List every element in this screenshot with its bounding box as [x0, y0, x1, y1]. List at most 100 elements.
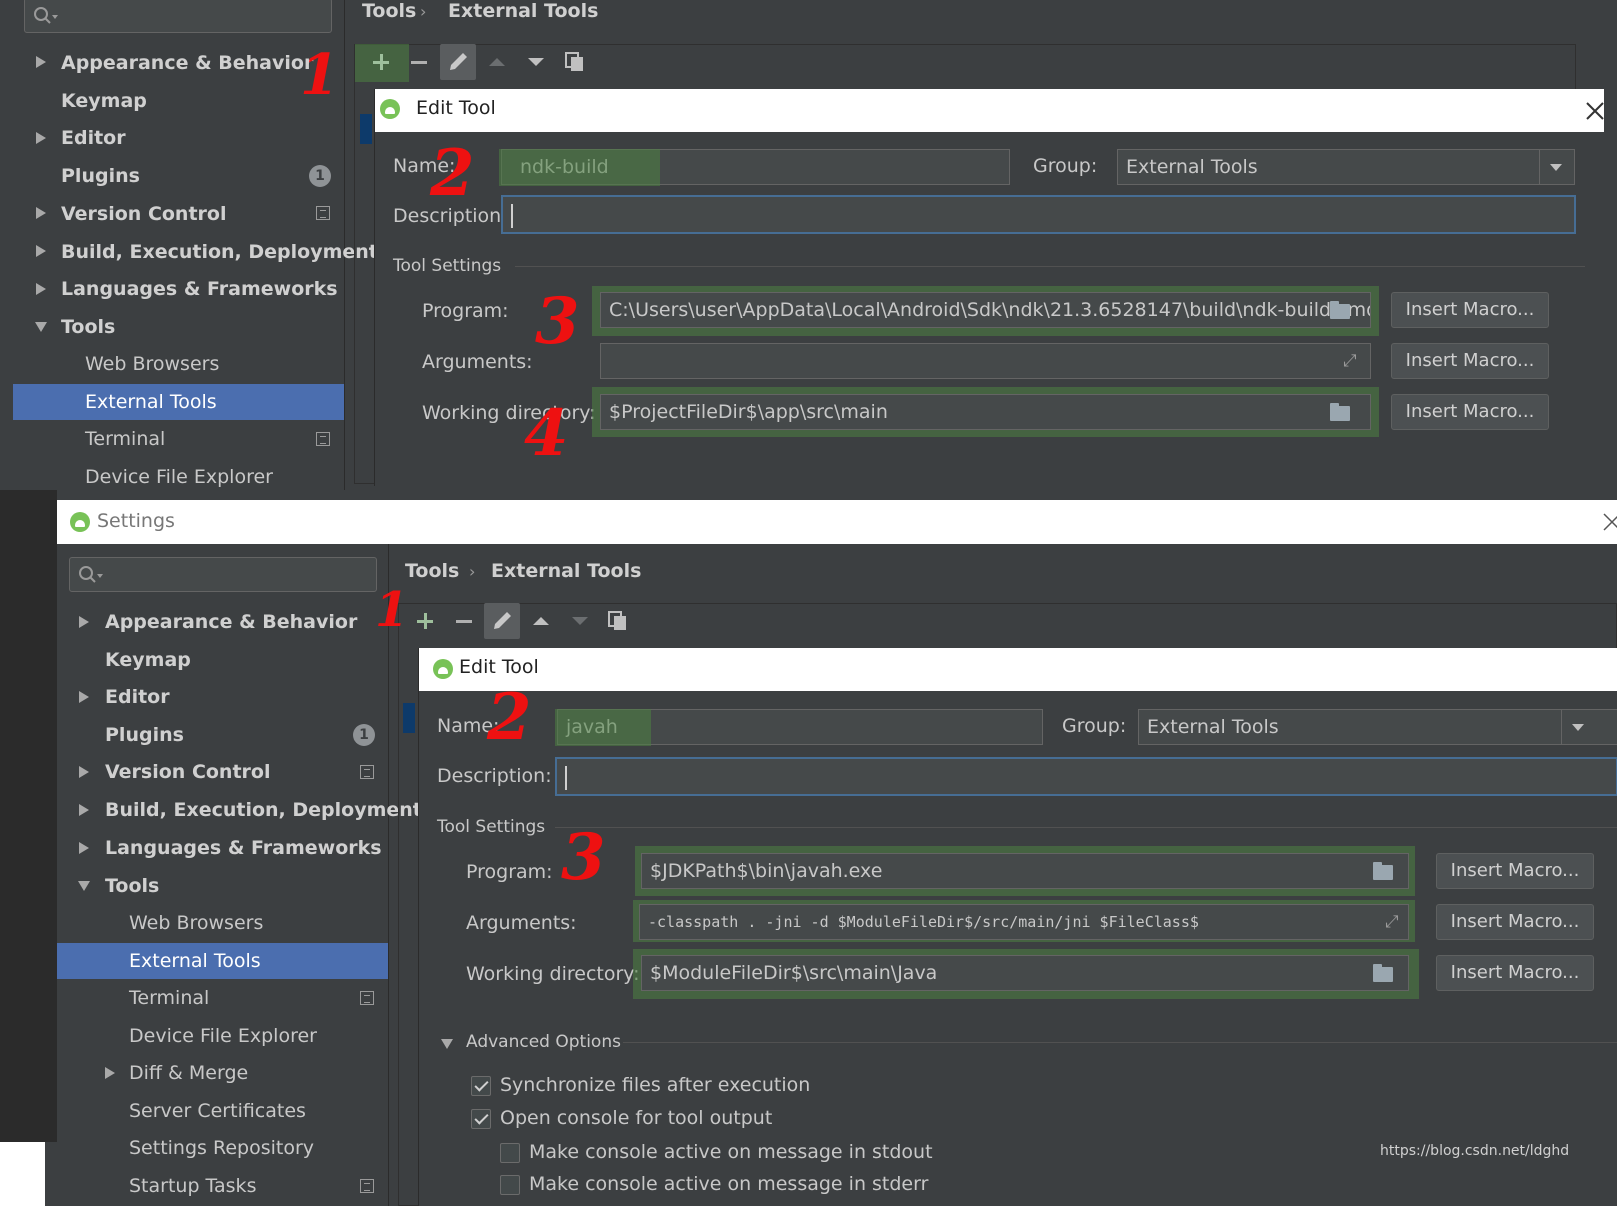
move-up-button[interactable]: [479, 44, 515, 80]
nav-plugins[interactable]: Plugins: [61, 158, 140, 194]
bottom-edit-tool-dialog: Edit Tool Name: javah Group: External To…: [418, 648, 1617, 1206]
chevron-right-icon[interactable]: [36, 283, 46, 295]
description-input[interactable]: [501, 195, 1576, 234]
program-input[interactable]: $JDKPath$\bin\javah.exe: [641, 853, 1409, 889]
open-console-checkbox[interactable]: [471, 1109, 491, 1129]
copy-tool-button[interactable]: [600, 603, 636, 639]
insert-macro-button[interactable]: Insert Macro...: [1436, 853, 1594, 889]
breadcrumb-tools[interactable]: Tools: [362, 0, 416, 22]
nav-settings-repository[interactable]: Settings Repository: [129, 1130, 314, 1166]
dialog-title: Edit Tool: [459, 656, 539, 678]
chevron-down-icon[interactable]: [78, 881, 90, 891]
working-directory-input[interactable]: $ProjectFileDir$\app\src\main: [600, 394, 1371, 430]
close-icon[interactable]: [1602, 512, 1617, 532]
folder-icon[interactable]: [1373, 964, 1393, 982]
nav-keymap[interactable]: Keymap: [61, 83, 147, 119]
working-directory-input[interactable]: $ModuleFileDir$\src\main\Java: [641, 955, 1409, 991]
remove-tool-button[interactable]: [446, 603, 482, 639]
chevron-right-icon[interactable]: [79, 842, 89, 854]
insert-macro-button[interactable]: Insert Macro...: [1391, 394, 1549, 430]
nav-languages-frameworks[interactable]: Languages & Frameworks: [105, 830, 382, 866]
chevron-right-icon[interactable]: [105, 1067, 115, 1079]
breadcrumb-external-tools: External Tools: [448, 0, 599, 22]
chevron-right-icon[interactable]: [36, 132, 46, 144]
nav-build-execution-deployment[interactable]: Build, Execution, Deployment: [105, 792, 422, 828]
folder-icon[interactable]: [1330, 403, 1350, 421]
remove-tool-button[interactable]: [401, 44, 437, 80]
close-icon[interactable]: [1585, 101, 1605, 121]
nav-appearance-behavior[interactable]: Appearance & Behavior: [61, 45, 313, 81]
chevron-right-icon[interactable]: [36, 56, 46, 68]
edit-tool-button[interactable]: [484, 603, 520, 639]
nav-editor[interactable]: Editor: [61, 120, 126, 156]
move-up-button[interactable]: [523, 603, 559, 639]
nav-external-tools[interactable]: External Tools: [13, 384, 344, 420]
nav-plugins[interactable]: Plugins: [105, 717, 184, 753]
top-settings-search-input[interactable]: [24, 0, 332, 33]
nav-server-certificates[interactable]: Server Certificates: [129, 1093, 306, 1129]
arguments-input[interactable]: -classpath . -jni -d $ModuleFileDir$/src…: [639, 904, 1409, 940]
chevron-right-icon[interactable]: [79, 766, 89, 778]
chevron-right-icon[interactable]: [79, 616, 89, 628]
arguments-input[interactable]: [600, 343, 1371, 379]
nav-version-control[interactable]: Version Control: [61, 196, 226, 232]
sync-files-checkbox[interactable]: [471, 1076, 491, 1096]
chevron-right-icon[interactable]: [36, 207, 46, 219]
group-combobox[interactable]: External Tools: [1117, 149, 1575, 185]
nav-terminal[interactable]: Terminal: [129, 980, 209, 1016]
nav-editor[interactable]: Editor: [105, 679, 170, 715]
add-tool-button[interactable]: [363, 44, 399, 80]
group-combobox[interactable]: External Tools: [1138, 709, 1617, 745]
add-tool-button[interactable]: [407, 603, 443, 639]
bottom-settings-search-input[interactable]: [69, 557, 377, 592]
chevron-down-icon[interactable]: [35, 322, 47, 332]
chevron-down-icon[interactable]: [1561, 710, 1596, 744]
expand-icon[interactable]: ⤢: [1385, 912, 1399, 932]
console-stderr-checkbox[interactable]: [500, 1175, 520, 1195]
edit-tool-button[interactable]: [440, 44, 476, 80]
annotation-number: 3: [535, 284, 580, 359]
nav-languages-frameworks[interactable]: Languages & Frameworks: [61, 271, 338, 307]
program-input[interactable]: C:\Users\user\AppData\Local\Android\Sdk\…: [600, 292, 1371, 328]
insert-macro-button[interactable]: Insert Macro...: [1391, 343, 1549, 379]
nav-keymap[interactable]: Keymap: [105, 642, 191, 678]
nav-diff-merge[interactable]: Diff & Merge: [129, 1055, 248, 1091]
move-down-button[interactable]: [562, 603, 598, 639]
nav-web-browsers[interactable]: Web Browsers: [129, 905, 263, 941]
nav-web-browsers[interactable]: Web Browsers: [85, 346, 219, 382]
chevron-right-icon[interactable]: [36, 245, 46, 257]
android-studio-icon: [380, 99, 400, 119]
insert-macro-button[interactable]: Insert Macro...: [1391, 292, 1549, 328]
chevron-down-icon[interactable]: [1539, 150, 1574, 184]
console-stdout-label: Make console active on message in stdout: [529, 1141, 933, 1163]
description-input[interactable]: [555, 757, 1617, 796]
expand-icon[interactable]: ⤢: [1343, 351, 1357, 371]
move-down-button[interactable]: [518, 44, 554, 80]
folder-icon[interactable]: [1330, 301, 1350, 319]
nav-version-control[interactable]: Version Control: [105, 754, 270, 790]
breadcrumb-separator: ›: [420, 2, 427, 21]
console-stdout-checkbox[interactable]: [500, 1143, 520, 1163]
advanced-options-toggle[interactable]: Advanced Options: [466, 1032, 621, 1052]
insert-macro-button[interactable]: Insert Macro...: [1436, 955, 1594, 991]
chevron-right-icon[interactable]: [79, 691, 89, 703]
nav-device-file-explorer[interactable]: Device File Explorer: [85, 459, 273, 495]
nav-terminal[interactable]: Terminal: [85, 421, 165, 457]
insert-macro-button[interactable]: Insert Macro...: [1436, 904, 1594, 940]
nav-appearance-behavior[interactable]: Appearance & Behavior: [105, 604, 357, 640]
chevron-right-icon[interactable]: [79, 804, 89, 816]
working-directory-label: Working directory:: [422, 402, 596, 424]
nav-device-file-explorer[interactable]: Device File Explorer: [129, 1018, 317, 1054]
nav-tools[interactable]: Tools: [61, 309, 115, 345]
copy-tool-button[interactable]: [557, 44, 593, 80]
nav-build-execution-deployment[interactable]: Build, Execution, Deployment: [61, 234, 378, 270]
nav-external-tools[interactable]: External Tools: [57, 943, 388, 979]
folder-icon[interactable]: [1373, 862, 1393, 880]
nav-startup-tasks[interactable]: Startup Tasks: [129, 1168, 256, 1204]
nav-tools[interactable]: Tools: [105, 868, 159, 904]
annotation-number: 2: [487, 680, 532, 755]
chevron-down-icon[interactable]: [441, 1039, 453, 1049]
breadcrumb-tools[interactable]: Tools: [405, 560, 459, 582]
dialog-title-bar: Edit Tool: [419, 648, 1617, 691]
program-label: Program:: [466, 861, 553, 883]
